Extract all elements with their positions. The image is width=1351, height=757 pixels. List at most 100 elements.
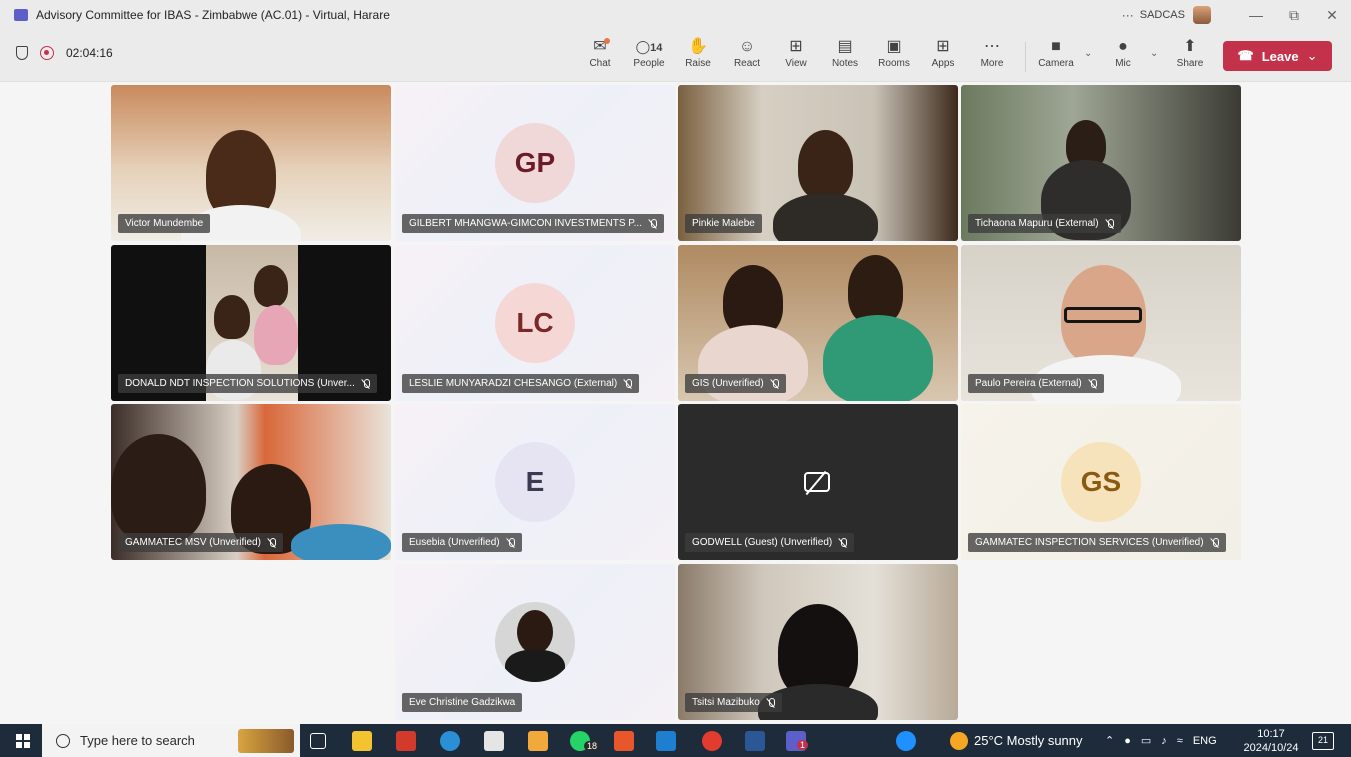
video-tile[interactable]: GAMMATEC MSV (Unverified): [111, 404, 391, 560]
notes-button[interactable]: ▤ Notes: [825, 36, 865, 69]
smile-icon: ☺: [738, 38, 756, 55]
help-icon[interactable]: [896, 731, 916, 751]
mic-off-icon: [771, 378, 779, 389]
video-tile[interactable]: Eve Christine Gadzikwa: [395, 564, 675, 720]
language-indicator[interactable]: ENG: [1193, 735, 1217, 747]
participant-video: [798, 130, 853, 200]
video-tile[interactable]: Paulo Pereira (External): [961, 245, 1241, 401]
participant-name-badge: Paulo Pereira (External): [968, 374, 1104, 393]
task-view-icon[interactable]: [310, 733, 326, 749]
notification-center-icon[interactable]: 21: [1312, 732, 1334, 750]
restore-button[interactable]: ⧉: [1275, 7, 1313, 24]
video-tile[interactable]: LC LESLIE MUNYARADZI CHESANGO (External): [395, 245, 675, 401]
battery-icon[interactable]: ▭: [1141, 734, 1151, 747]
close-button[interactable]: ✕: [1313, 7, 1351, 24]
more-options-button[interactable]: ···: [1122, 8, 1134, 22]
phone-hangup-icon: ☎: [1237, 48, 1254, 63]
participant-name-badge: Eve Christine Gadzikwa: [402, 693, 523, 712]
video-tile[interactable]: Tsitsi Mazibuko: [678, 564, 958, 720]
windows-start-icon[interactable]: [16, 733, 30, 748]
participant-name-badge: GIS (Unverified): [685, 374, 786, 393]
microphone-icon: ●: [1118, 38, 1128, 55]
plus-icon: ⊞: [936, 38, 950, 55]
participant-name-badge: GAMMATEC INSPECTION SERVICES (Unverified…: [968, 533, 1226, 552]
wifi-icon[interactable]: ≈: [1177, 735, 1183, 747]
leave-options-chevron-icon[interactable]: ⌄: [1307, 48, 1318, 64]
participant-avatar-photo: [495, 602, 575, 682]
video-tile[interactable]: DONALD NDT INSPECTION SOLUTIONS (Unver..…: [111, 245, 391, 401]
video-tile[interactable]: Tichaona Mapuru (External): [961, 85, 1241, 241]
chat-button[interactable]: ✉ Chat: [580, 36, 620, 69]
apps-button[interactable]: ⊞ Apps: [923, 36, 963, 69]
minimize-button[interactable]: —: [1237, 7, 1275, 23]
participant-name-badge: DONALD NDT INSPECTION SOLUTIONS (Unver..…: [118, 374, 377, 393]
camera-button[interactable]: ■ Camera: [1036, 36, 1076, 69]
title-bar: Advisory Committee for IBAS - Zimbabwe (…: [0, 0, 1351, 30]
app-icon[interactable]: [528, 731, 548, 751]
taskbar-search[interactable]: Type here to search: [42, 724, 300, 757]
org-name: SADCAS: [1139, 9, 1185, 21]
system-clock[interactable]: 10:17 2024/10/24: [1242, 727, 1300, 755]
pdf-reader-icon[interactable]: [396, 731, 416, 751]
meeting-timer: 02:04:16: [66, 46, 113, 60]
participant-name-badge: GILBERT MHANGWA-GIMCON INVESTMENTS P...: [402, 214, 664, 233]
mic-off-icon: [1211, 537, 1219, 548]
video-tile[interactable]: GP GILBERT MHANGWA-GIMCON INVESTMENTS P.…: [395, 85, 675, 241]
window-title: Advisory Committee for IBAS - Zimbabwe (…: [36, 8, 390, 22]
word-icon[interactable]: [745, 731, 765, 751]
store-icon[interactable]: [484, 731, 504, 751]
toolbar-divider: [1025, 42, 1026, 72]
raise-hand-button[interactable]: ✋ Raise: [678, 36, 718, 69]
video-tile[interactable]: E Eusebia (Unverified): [395, 404, 675, 560]
more-button[interactable]: ⋯ More: [972, 36, 1012, 69]
video-tile[interactable]: GS GAMMATEC INSPECTION SERVICES (Unverif…: [961, 404, 1241, 560]
video-tile[interactable]: Pinkie Malebe: [678, 85, 958, 241]
participant-avatar: LC: [495, 283, 575, 363]
rooms-icon: ▣: [886, 38, 902, 55]
weather-widget[interactable]: 25°C Mostly sunny: [950, 724, 1083, 757]
meeting-toolbar: 02:04:16 ✉ Chat ◯14 People ✋ Raise ☺ Rea…: [0, 30, 1351, 82]
view-button[interactable]: ⊞ View: [776, 36, 816, 69]
camera-options-chevron-icon[interactable]: ⌄: [1084, 48, 1092, 59]
edge-icon[interactable]: [440, 731, 460, 751]
camera-icon: ■: [1051, 38, 1061, 55]
microphone-tray-icon[interactable]: ●: [1124, 735, 1131, 747]
grid-icon: ⊞: [789, 38, 803, 55]
chat-icon: ✉: [593, 38, 607, 55]
outlook-icon[interactable]: [656, 731, 676, 751]
search-highlight-icon: [238, 728, 294, 753]
office-icon[interactable]: [614, 731, 634, 751]
mic-options-chevron-icon[interactable]: ⌄: [1150, 48, 1158, 59]
react-button[interactable]: ☺ React: [727, 36, 767, 69]
participant-shirt: [773, 193, 878, 241]
people-button[interactable]: ◯14 People: [629, 36, 669, 69]
glasses: [1064, 307, 1142, 323]
mic-off-icon: [1089, 378, 1097, 389]
volume-icon[interactable]: ♪: [1161, 735, 1167, 747]
file-explorer-icon[interactable]: [352, 731, 372, 751]
participant-shirt-2: [823, 315, 933, 401]
video-tile[interactable]: Victor Mundembe: [111, 85, 391, 241]
participant-name-badge: Pinkie Malebe: [685, 214, 762, 233]
leave-button[interactable]: ☎ Leave ⌄: [1223, 41, 1332, 71]
people-icon: ◯14: [635, 39, 663, 54]
video-tile[interactable]: GODWELL (Guest) (Unverified): [678, 404, 958, 560]
chevron-up-icon[interactable]: ⌃: [1105, 734, 1114, 747]
chrome-icon[interactable]: [702, 731, 722, 751]
chat-unread-dot: [604, 38, 610, 44]
video-tile[interactable]: GIS (Unverified): [678, 245, 958, 401]
share-button[interactable]: ⬆ Share: [1170, 36, 1210, 69]
mic-off-icon: [767, 697, 775, 708]
participant-shirt: [291, 524, 391, 560]
whatsapp-badge: 18: [584, 741, 601, 751]
rooms-button[interactable]: ▣ Rooms: [874, 36, 914, 69]
participant-video: [111, 434, 206, 544]
shield-icon[interactable]: [16, 46, 28, 60]
participant-avatar: GS: [1061, 442, 1141, 522]
mic-off-icon: [362, 378, 370, 389]
mic-off-icon: [268, 537, 276, 548]
system-tray[interactable]: ⌃ ● ▭ ♪ ≈ ENG: [1105, 724, 1217, 757]
mic-off-icon: [624, 378, 633, 389]
user-avatar[interactable]: [1193, 6, 1211, 24]
mic-button[interactable]: ● Mic: [1103, 36, 1143, 69]
